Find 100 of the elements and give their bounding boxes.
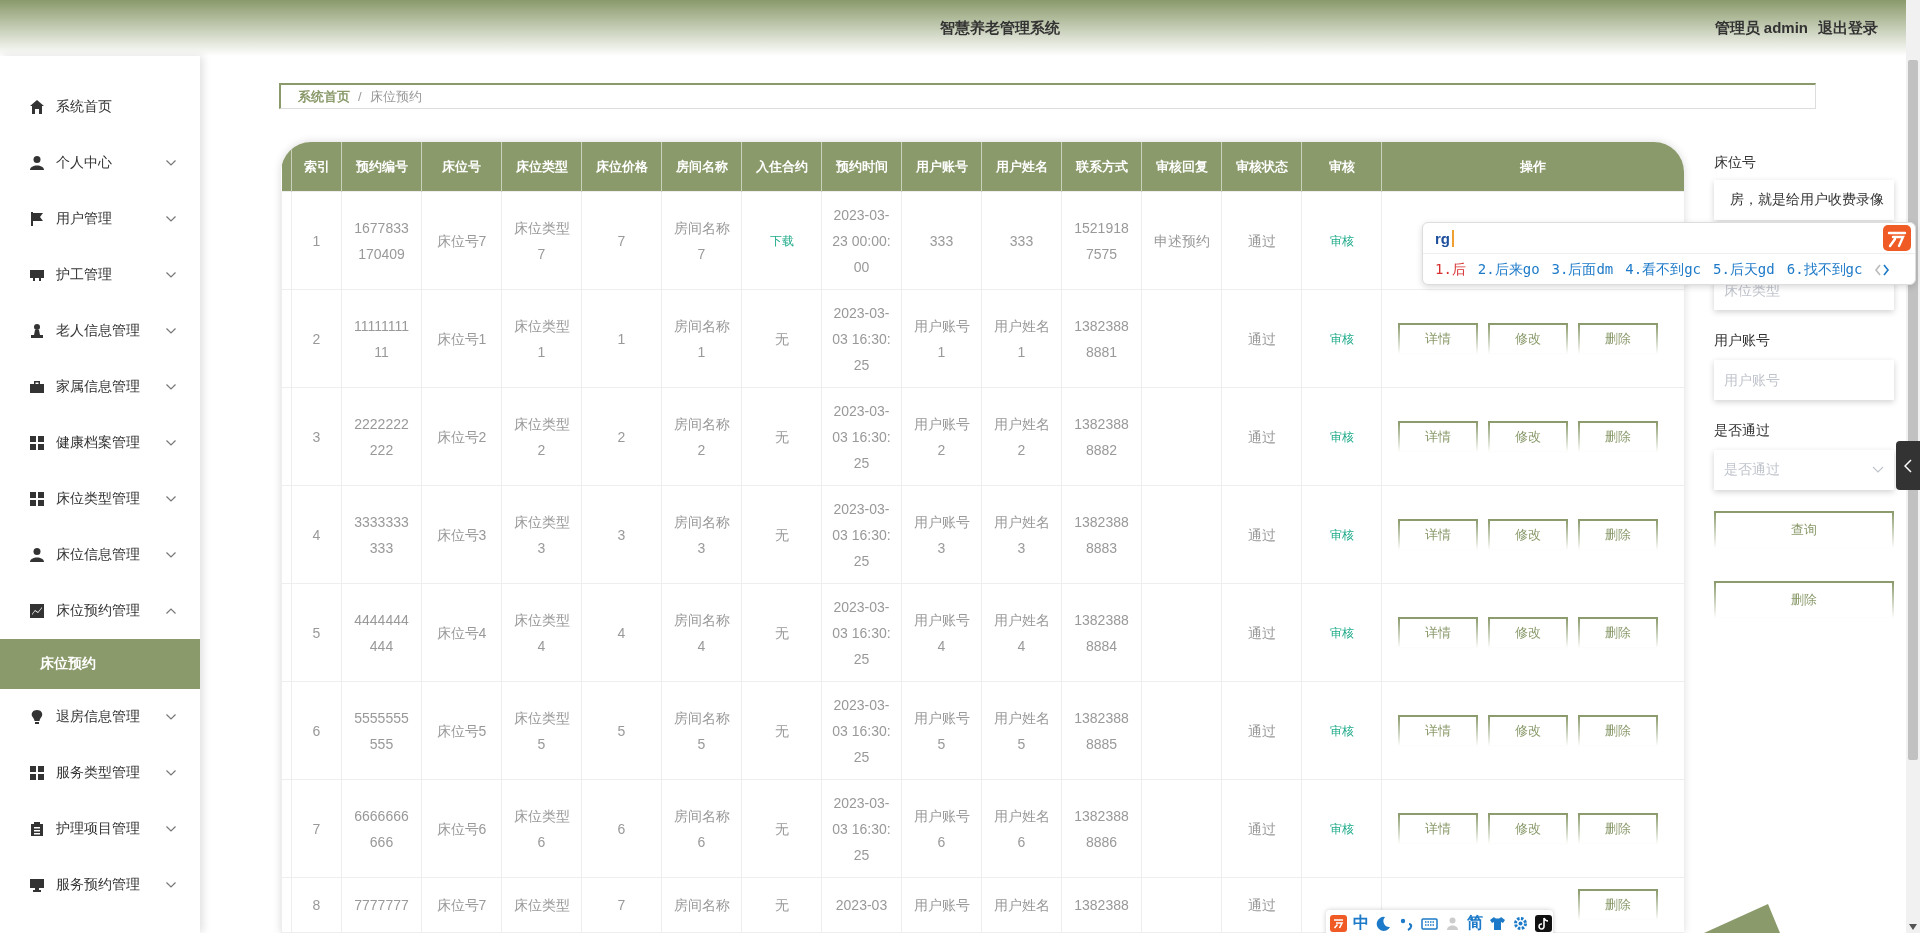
sidebar-item[interactable]: 服务类型管理	[0, 745, 200, 801]
filter-button[interactable]: 删除	[1714, 581, 1894, 619]
download-link[interactable]: 下载	[769, 234, 794, 248]
audit-link[interactable]: 审核	[1329, 332, 1354, 346]
action-button[interactable]: 修改	[1488, 518, 1568, 551]
action-button[interactable]: 修改	[1488, 812, 1568, 845]
action-button[interactable]: 删除	[1578, 889, 1658, 921]
table-cell: 床位号1	[421, 289, 502, 388]
field-label: 是否通过	[1714, 422, 1770, 438]
sidebar-item[interactable]: 护理项目管理	[0, 801, 200, 857]
table-cell: 用户账号1	[901, 289, 982, 388]
audit-link[interactable]: 审核	[1329, 528, 1354, 542]
input-field[interactable]: 房，就是给用户收费录像	[1714, 180, 1894, 220]
table-cell: 用户姓名6	[981, 779, 1062, 878]
audit-link[interactable]: 审核	[1329, 724, 1354, 738]
action-button[interactable]: 详情	[1398, 518, 1478, 551]
column-header: 入住合约	[741, 142, 822, 192]
breadcrumb-separator: /	[358, 89, 362, 104]
ime-candidate[interactable]: 3.后面dm	[1551, 260, 1614, 279]
table-cell: 8	[291, 877, 342, 933]
table-cell: 床位号7	[421, 191, 502, 290]
input-field[interactable]: 用户账号	[1714, 360, 1894, 400]
action-button[interactable]: 详情	[1398, 714, 1478, 747]
table-cell: 床位类型	[501, 877, 582, 933]
action-button[interactable]: 删除	[1578, 322, 1658, 355]
action-button[interactable]: 详情	[1398, 812, 1478, 845]
action-button[interactable]: 详情	[1398, 420, 1478, 453]
action-button[interactable]: 删除	[1578, 714, 1658, 747]
collapse-tab[interactable]	[1896, 441, 1920, 490]
ime-candidate[interactable]: 2.后来go	[1477, 260, 1540, 279]
table-cell: 4	[581, 583, 662, 682]
table-cell: 13823888883	[1061, 485, 1142, 584]
audit-link[interactable]: 审核	[1329, 822, 1354, 836]
column-header: 联系方式	[1061, 142, 1142, 192]
sidebar-item[interactable]: 服务预约管理	[0, 857, 200, 913]
audit-link[interactable]: 审核	[1329, 430, 1354, 444]
table-cell: 333	[901, 191, 982, 290]
scrollbar[interactable]	[1906, 0, 1920, 933]
scroll-down-icon[interactable]	[1909, 924, 1917, 930]
breadcrumb-current: 床位预约	[369, 87, 422, 106]
sidebar-item[interactable]: 退房信息管理	[0, 689, 200, 745]
music-note-icon[interactable]	[1535, 914, 1552, 932]
audit-link[interactable]: 审核	[1329, 626, 1354, 640]
table-cell: 2222222222	[341, 387, 422, 486]
table-cell: 13823888881	[1061, 289, 1142, 388]
breadcrumb-link[interactable]: 系统首页	[298, 87, 350, 106]
ime-candidate[interactable]: 1.后	[1435, 260, 1466, 279]
action-button[interactable]: 删除	[1578, 812, 1658, 845]
table-cell: 无	[741, 387, 822, 486]
action-button[interactable]: 删除	[1578, 420, 1658, 453]
table-cell: 床位号4	[421, 583, 502, 682]
sidebar-subitem[interactable]: 床位预约	[0, 639, 200, 689]
sidebar-item[interactable]: 健康档案管理	[0, 415, 200, 471]
select-field[interactable]: 是否通过	[1714, 450, 1894, 490]
table-cell: 床位号6	[421, 779, 502, 878]
table-cell: 6	[291, 681, 342, 780]
column-header: 床位价格	[581, 142, 662, 192]
table-cell: 1	[291, 191, 342, 290]
action-button[interactable]: 修改	[1488, 322, 1568, 355]
action-button[interactable]: 删除	[1578, 518, 1658, 551]
column-header: 用户姓名	[981, 142, 1062, 192]
settings-icon[interactable]	[1512, 914, 1529, 932]
script-toggle[interactable]: 简	[1467, 912, 1483, 933]
input-mode-toggle[interactable]: 中	[1353, 912, 1369, 933]
action-button[interactable]: 修改	[1488, 616, 1568, 649]
sidebar-item[interactable]: 用户管理	[0, 191, 200, 247]
filter-button[interactable]: 查询	[1714, 511, 1894, 549]
sidebar-item[interactable]: 老人信息管理	[0, 303, 200, 359]
logout-link[interactable]: 退出登录	[1818, 18, 1878, 38]
action-button[interactable]: 删除	[1578, 616, 1658, 649]
page-arrows-icon[interactable]	[1874, 262, 1891, 277]
table-cell: 15219187575	[1061, 191, 1142, 290]
moon-icon[interactable]	[1375, 914, 1392, 932]
table-cell: 用户账号4	[901, 583, 982, 682]
action-button[interactable]: 修改	[1488, 714, 1568, 747]
table-cell: 申述预约	[1141, 191, 1222, 290]
ime-candidate[interactable]: 4.看不到gc	[1625, 260, 1701, 279]
table-cell: 2023-03-03 16:30:25	[821, 289, 902, 388]
table-cell: 房间名称2	[661, 387, 742, 486]
table-cell: 1	[581, 289, 662, 388]
sidebar-item[interactable]: 家属信息管理	[0, 359, 200, 415]
column-header: 审核回复	[1141, 142, 1222, 192]
table-cell: 6	[581, 779, 662, 878]
sidebar-item[interactable]: 护工管理	[0, 247, 200, 303]
audit-link[interactable]: 审核	[1329, 234, 1354, 248]
sidebar-item[interactable]: 床位信息管理	[0, 527, 200, 583]
table-cell: 用户姓名4	[981, 583, 1062, 682]
action-button[interactable]: 修改	[1488, 420, 1568, 453]
column-header: 审核状态	[1221, 142, 1302, 192]
sidebar-item[interactable]: 系统首页	[0, 79, 200, 135]
sidebar-item[interactable]: 床位预约管理	[0, 583, 200, 639]
action-button[interactable]: 详情	[1398, 616, 1478, 649]
column-header: 床位号	[421, 142, 502, 192]
shirt-icon[interactable]	[1489, 914, 1506, 932]
sidebar-item[interactable]: 个人中心	[0, 135, 200, 191]
table-cell: 床位号5	[421, 681, 502, 780]
sidebar-item[interactable]: 床位类型管理	[0, 471, 200, 527]
ime-logo-icon	[1883, 225, 1911, 251]
action-button[interactable]: 详情	[1398, 322, 1478, 355]
ime-logo-icon[interactable]	[1330, 914, 1347, 932]
